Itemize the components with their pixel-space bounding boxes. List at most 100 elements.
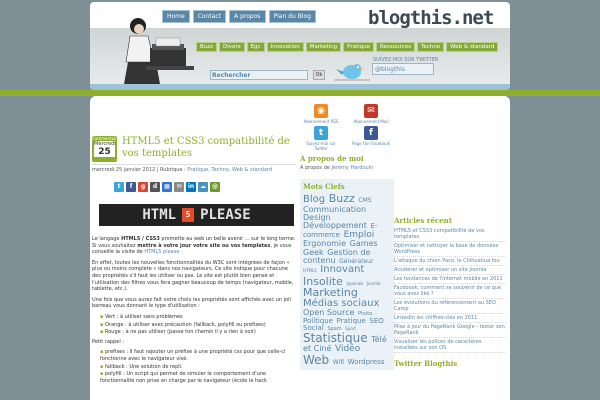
post-meta: mercredi 25 janvier 2012 | Rubrique : Pr…: [92, 164, 296, 173]
tag-link[interactable]: Innovant: [320, 264, 364, 276]
author-link[interactable]: Jérémy Hardouin: [331, 165, 373, 171]
linkedin-share-icon[interactable]: in: [186, 182, 196, 192]
digg-share-icon[interactable]: d: [150, 182, 160, 192]
html5please-link[interactable]: HTML5 please: [144, 249, 179, 255]
post-paragraph-1: Le langage HTML5 / CSS3 promette au web …: [92, 236, 296, 256]
twitter-widget-title: Twitter Blogthis: [394, 359, 458, 368]
tag-link[interactable]: Joomla: [367, 281, 381, 286]
twitter-label: Suivez-moi sur Twitter: [306, 141, 336, 151]
cat-innovation[interactable]: Innovation: [266, 42, 304, 52]
recent-article[interactable]: Facebook, comment se souvenir de ce que …: [394, 284, 506, 299]
list-item: fallback : Une solution de repli.: [100, 364, 296, 371]
tag-link[interactable]: Buzz: [329, 192, 355, 205]
cat-marketing[interactable]: Marketing: [305, 42, 342, 52]
p1-text-d: mettre à votre jour votre site ou vos te…: [137, 242, 271, 249]
main-content: Commentaires Mercredi 25 HTML5 et CSS3 c…: [90, 96, 510, 400]
facebook-icon: f: [364, 126, 378, 140]
list-item: polyfill : Un script qui permet de simul…: [100, 371, 296, 384]
tag-link[interactable]: Vidéo: [335, 344, 360, 354]
middle-sidebar: ◉ Abonnement RSS ✉ Abonnement Mail t Sui…: [300, 104, 394, 371]
recent-articles-list: HTML5 et CSS3 compatibilité de vos templ…: [394, 227, 506, 353]
googleplus-share-icon[interactable]: g: [138, 182, 148, 192]
nav-plan-du-blog[interactable]: Plan du Blog: [268, 10, 316, 23]
recent-article[interactable]: LinkedIn les chiffres-clés en 2011: [394, 314, 506, 323]
email-share-icon[interactable]: @: [210, 182, 220, 192]
recent-article[interactable]: L'attaque du chien Paco, le Chihuahua fo…: [394, 257, 506, 266]
tag-link[interactable]: Médias sociaux: [303, 298, 379, 309]
facebook-page[interactable]: f Page Fan Facebook: [350, 126, 392, 151]
nav-contact[interactable]: Contact: [192, 10, 227, 23]
tag-list: Blog Buzz CMS Communication Design Dével…: [303, 193, 391, 367]
tag-link[interactable]: Wifi: [333, 359, 344, 366]
rss-icon: ◉: [314, 104, 328, 118]
post-day: 25: [94, 147, 115, 157]
tag-link[interactable]: Japonais: [346, 281, 363, 286]
recent-article[interactable]: Accélérer et optimiser un site Joomla: [394, 266, 506, 275]
twitter-follow-box[interactable]: @blogthis: [372, 63, 434, 75]
banner-left-text: HTML: [142, 207, 177, 223]
p1-text-a: Le langage: [92, 236, 122, 242]
cat-buzz[interactable]: Buzz: [196, 42, 218, 52]
recent-article[interactable]: HTML5 et CSS3 compatibilité de vos templ…: [394, 227, 506, 242]
search-label: Rechercher: [212, 72, 251, 79]
myspace-share-icon[interactable]: ✉: [174, 182, 184, 192]
reminder-list: prefixes : Il faut rajouter un préfixe à…: [100, 349, 296, 384]
top-navigation: Home Contact A propos Plan du Blog: [162, 10, 316, 23]
rss-subscribe[interactable]: ◉ Abonnement RSS: [300, 104, 342, 124]
post-paragraph-2: En effet, toutes les nouvelles fonctionn…: [92, 259, 294, 293]
post-date: mercredi 25 janvier 2012: [92, 167, 156, 173]
mail-subscribe[interactable]: ✉ Abonnement Mail: [350, 104, 392, 124]
tag-link[interactable]: Pratique: [337, 317, 366, 325]
nav-apropos[interactable]: A propos: [229, 10, 266, 23]
recent-articles-title: Articles récent: [394, 216, 452, 225]
share-buttons: t f g d ▦ ✉ in ☁ @: [114, 182, 220, 192]
tag-link[interactable]: Web: [303, 353, 329, 367]
cat-web-standard[interactable]: Web & standard: [446, 42, 499, 52]
facebook-share-icon[interactable]: f: [126, 182, 136, 192]
tag-link[interactable]: Ergonomie: [303, 239, 346, 248]
cat-divers[interactable]: Divers: [219, 42, 245, 52]
tag-link[interactable]: Sport: [345, 326, 356, 331]
stumbleupon-share-icon[interactable]: ☁: [198, 182, 208, 192]
twitter-follow[interactable]: t Suivez-moi sur Twitter: [300, 126, 342, 151]
post-title[interactable]: HTML5 et CSS3 compatibilité de vos templ…: [122, 136, 298, 160]
apropos-title: A propos de moi: [300, 154, 364, 163]
cat-ressources[interactable]: Ressources: [376, 42, 415, 52]
post-body: Le langage HTML5 / CSS3 promette au web …: [92, 236, 296, 387]
mail-label: Abonnement Mail: [353, 119, 389, 124]
cat-egc[interactable]: Egc: [246, 42, 265, 52]
cat-pratique[interactable]: Pratique: [343, 42, 375, 52]
facebook-label: Page Fan Facebook: [352, 141, 390, 146]
tag-link[interactable]: HTML5: [303, 268, 317, 273]
tags-title: Mots Clefs: [303, 182, 345, 191]
list-item: Orange : à utiliser avec précaution (fal…: [100, 322, 296, 329]
recent-article[interactable]: Les évolutions du référencement au SEO C…: [394, 299, 506, 314]
tag-link[interactable]: Blog: [303, 194, 325, 205]
nav-home[interactable]: Home: [162, 10, 190, 23]
recent-article[interactable]: Mise à jour du PageRank Google - tester …: [394, 323, 506, 338]
tag-link[interactable]: Games: [350, 239, 378, 248]
tag-link[interactable]: Wordpress: [348, 358, 385, 366]
tag-link[interactable]: CMS: [358, 197, 371, 204]
site-logo[interactable]: blogthis.net: [368, 7, 494, 29]
post-paragraph-4: Petit rappel :: [92, 338, 125, 345]
typist-illustration: [124, 18, 194, 84]
recent-article[interactable]: Les tendances de l'internet mobile en 20…: [394, 275, 506, 284]
list-item: prefixes : Il faut rajouter un préfixe à…: [100, 349, 296, 362]
post-rubrique-label: | Rubrique :: [156, 167, 186, 173]
post-paragraph-3: Une fois que vous aurez fait votre choix…: [92, 296, 291, 310]
recent-article[interactable]: Optimiser et nettoyer la base de données…: [394, 242, 506, 257]
post-rubrique[interactable]: Pratique, Techno, Web & standard: [187, 167, 272, 173]
site-header: Home Contact A propos Plan du Blog blogt…: [90, 2, 510, 90]
search-button[interactable]: Ok: [313, 70, 325, 80]
cat-techno[interactable]: Techno: [417, 42, 445, 52]
recent-article[interactable]: Visualiser les polices de caractères ins…: [394, 338, 506, 353]
category-navigation: Buzz Divers Egc Innovation Marketing Pra…: [196, 42, 499, 52]
twitter-icon: t: [314, 126, 328, 140]
delicious-share-icon[interactable]: ▦: [162, 182, 172, 192]
twitter-share-icon[interactable]: t: [114, 182, 124, 192]
social-row-2: t Suivez-moi sur Twitter f Page Fan Face…: [300, 126, 394, 151]
tag-link[interactable]: SEO: [369, 317, 383, 325]
tag-link[interactable]: Développement: [303, 221, 367, 230]
html5-please-banner[interactable]: HTML 5 PLEASE: [99, 204, 294, 226]
